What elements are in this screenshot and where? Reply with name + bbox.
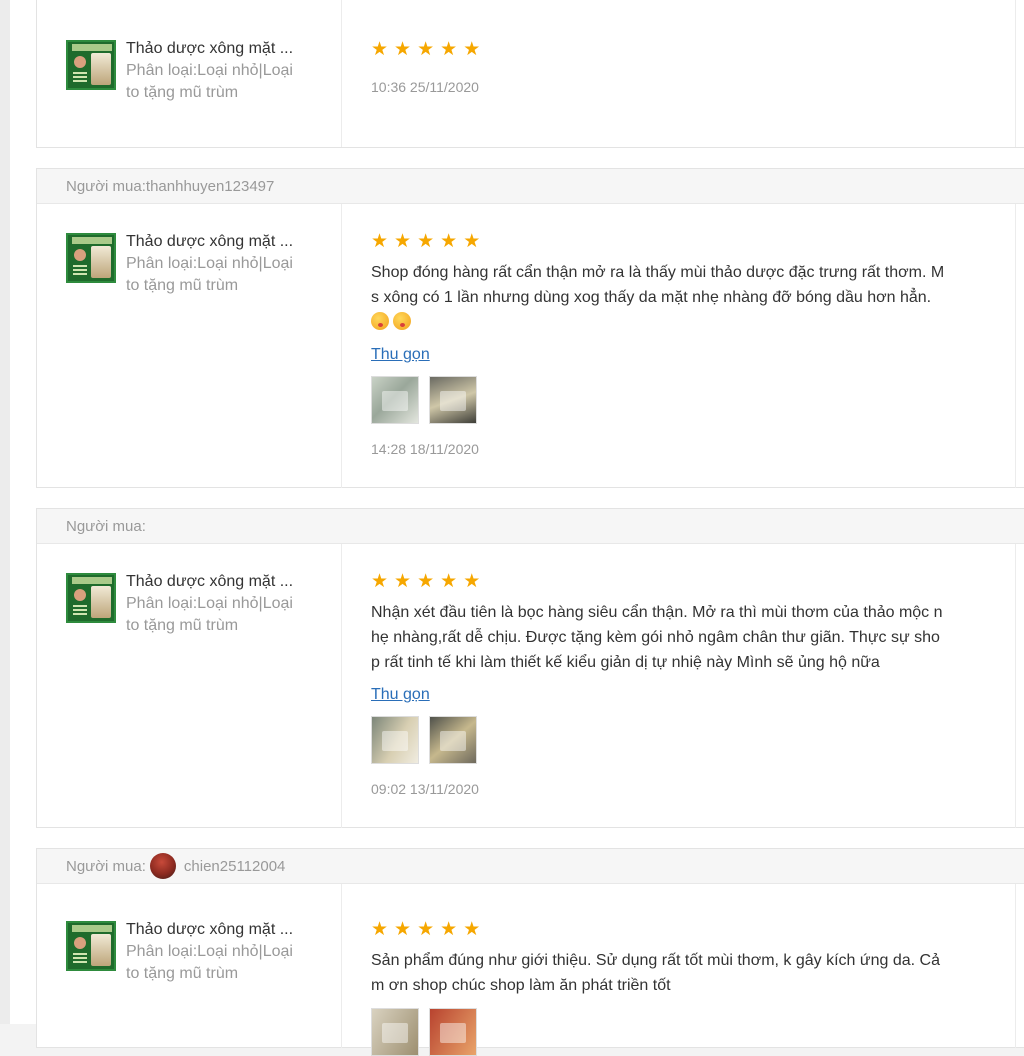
star-icon: ★ — [440, 571, 458, 592]
star-icon: ★ — [394, 919, 412, 940]
buyer-username: chien25112004 — [183, 857, 286, 875]
review-comment: Nhận xét đầu tiên là bọc hàng siêu cẩn t… — [371, 600, 983, 675]
product-name[interactable]: Thảo dược xông mặt ... — [126, 233, 316, 251]
review-photo[interactable] — [371, 1008, 419, 1056]
comment-line: Sản phẩm đúng như giới thiệu. Sử dụng rấ… — [371, 952, 940, 969]
collapse-link[interactable]: Thu gọn — [371, 346, 430, 364]
product-name[interactable]: Thảo dược xông mặt ... — [126, 921, 316, 939]
variation-line: Phân loại:Loại nhỏ|Loại — [126, 255, 293, 272]
rating-stars: ★ ★ ★ ★ ★ — [371, 572, 480, 591]
review-photo[interactable] — [371, 716, 419, 764]
star-icon: ★ — [371, 231, 389, 252]
star-icon: ★ — [417, 919, 435, 940]
star-icon: ★ — [440, 231, 458, 252]
review-comment: Shop đóng hàng rất cẩn thận mở ra là thấ… — [371, 260, 983, 335]
column-divider — [341, 884, 342, 1048]
product-variation: Phân loại:Loại nhỏ|Loại to tặng mũ trùm — [126, 941, 316, 985]
review-photo[interactable] — [429, 716, 477, 764]
review-timestamp: 14:28 18/11/2020 — [371, 441, 479, 457]
comment-emojis — [371, 310, 983, 335]
product-name[interactable]: Thảo dược xông mặt ... — [126, 573, 316, 591]
column-edge — [1015, 544, 1016, 828]
buyer-label: Người mua: — [66, 857, 146, 875]
product-name[interactable]: Thảo dược xông mặt ... — [126, 40, 316, 58]
buyer-label: Người mua: — [66, 517, 146, 535]
kissing-face-icon — [393, 312, 411, 330]
column-divider — [341, 544, 342, 828]
review-comment: Sản phẩm đúng như giới thiệu. Sử dụng rấ… — [371, 948, 983, 998]
star-icon: ★ — [371, 571, 389, 592]
review-body: Thảo dược xông mặt ... Phân loại:Loại nh… — [37, 544, 1024, 828]
review-card: Thảo dược xông mặt ... Phân loại:Loại nh… — [36, 0, 1024, 148]
kissing-face-icon — [371, 312, 389, 330]
variation-line: Phân loại:Loại nhỏ|Loại — [126, 595, 293, 612]
star-icon: ★ — [371, 39, 389, 60]
column-divider — [341, 204, 342, 488]
product-thumbnail[interactable] — [66, 573, 116, 623]
product-variation: Phân loại:Loại nhỏ|Loại to tặng mũ trùm — [126, 593, 316, 637]
variation-line: Phân loại:Loại nhỏ|Loại — [126, 943, 293, 960]
rating-stars: ★ ★ ★ ★ ★ — [371, 40, 480, 59]
star-icon: ★ — [440, 39, 458, 60]
review-body: Thảo dược xông mặt ... Phân loại:Loại nh… — [37, 0, 1024, 147]
star-icon: ★ — [463, 231, 481, 252]
variation-line: Phân loại:Loại nhỏ|Loại — [126, 62, 293, 79]
rating-stars: ★ ★ ★ ★ ★ — [371, 232, 480, 251]
star-icon: ★ — [394, 571, 412, 592]
review-photo[interactable] — [429, 376, 477, 424]
star-icon: ★ — [417, 39, 435, 60]
comment-line: Nhận xét đầu tiên là bọc hàng siêu cẩn t… — [371, 604, 943, 621]
star-icon: ★ — [440, 919, 458, 940]
collapse-link[interactable]: Thu gọn — [371, 686, 430, 704]
product-thumbnail[interactable] — [66, 921, 116, 971]
variation-line: to tặng mũ trùm — [126, 965, 239, 982]
review-timestamp: 09:02 13/11/2020 — [371, 781, 479, 797]
buyer-avatar[interactable] — [149, 853, 176, 879]
star-icon: ★ — [394, 231, 412, 252]
buyer-header: Người mua: chien25112004 — [37, 849, 1024, 884]
comment-line: m ơn shop chúc shop làm ăn phát triền tố… — [371, 977, 671, 994]
star-icon: ★ — [463, 571, 481, 592]
variation-line: to tặng mũ trùm — [126, 617, 239, 634]
buyer-header: Người mua: thanhhuyen123497 — [37, 169, 1024, 204]
review-body: Thảo dược xông mặt ... Phân loại:Loại nh… — [37, 884, 1024, 1056]
buyer-username: thanhhuyen123497 — [145, 177, 275, 195]
column-edge — [1015, 884, 1016, 1048]
review-body: Thảo dược xông mặt ... Phân loại:Loại nh… — [37, 204, 1024, 488]
star-icon: ★ — [394, 39, 412, 60]
rating-stars: ★ ★ ★ ★ ★ — [371, 920, 480, 939]
variation-line: to tặng mũ trùm — [126, 277, 239, 294]
column-edge — [1015, 204, 1016, 488]
review-timestamp: 10:36 25/11/2020 — [371, 79, 479, 95]
star-icon: ★ — [371, 919, 389, 940]
product-thumbnail[interactable] — [66, 40, 116, 90]
review-photo[interactable] — [429, 1008, 477, 1056]
star-icon: ★ — [417, 231, 435, 252]
star-icon: ★ — [463, 919, 481, 940]
review-card: Người mua: Thảo dược xông mặt ... Phân l… — [36, 508, 1024, 828]
buyer-label: Người mua: — [66, 177, 146, 195]
comment-line: hẹ nhàng,rất dễ chịu. Được tặng kèm gói … — [371, 629, 940, 646]
product-thumbnail[interactable] — [66, 233, 116, 283]
page-left-gutter — [0, 0, 10, 1024]
variation-line: to tặng mũ trùm — [126, 84, 239, 101]
product-variation: Phân loại:Loại nhỏ|Loại to tặng mũ trùm — [126, 253, 316, 297]
comment-line: p rất tinh tế khi làm thiết kế kiểu giản… — [371, 654, 880, 671]
product-variation: Phân loại:Loại nhỏ|Loại to tặng mũ trùm — [126, 60, 316, 104]
column-edge — [1015, 0, 1016, 147]
comment-line: s xông có 1 lần nhưng dùng xog thấy da m… — [371, 289, 932, 306]
comment-line: Shop đóng hàng rất cẩn thận mở ra là thấ… — [371, 264, 945, 281]
review-card: Người mua: thanhhuyen123497 Thảo dược xô… — [36, 168, 1024, 488]
star-icon: ★ — [463, 39, 481, 60]
buyer-header: Người mua: — [37, 509, 1024, 544]
review-photo[interactable] — [371, 376, 419, 424]
star-icon: ★ — [417, 571, 435, 592]
review-card: Người mua: chien25112004 Thảo dược xông … — [36, 848, 1024, 1056]
column-divider — [341, 0, 342, 147]
